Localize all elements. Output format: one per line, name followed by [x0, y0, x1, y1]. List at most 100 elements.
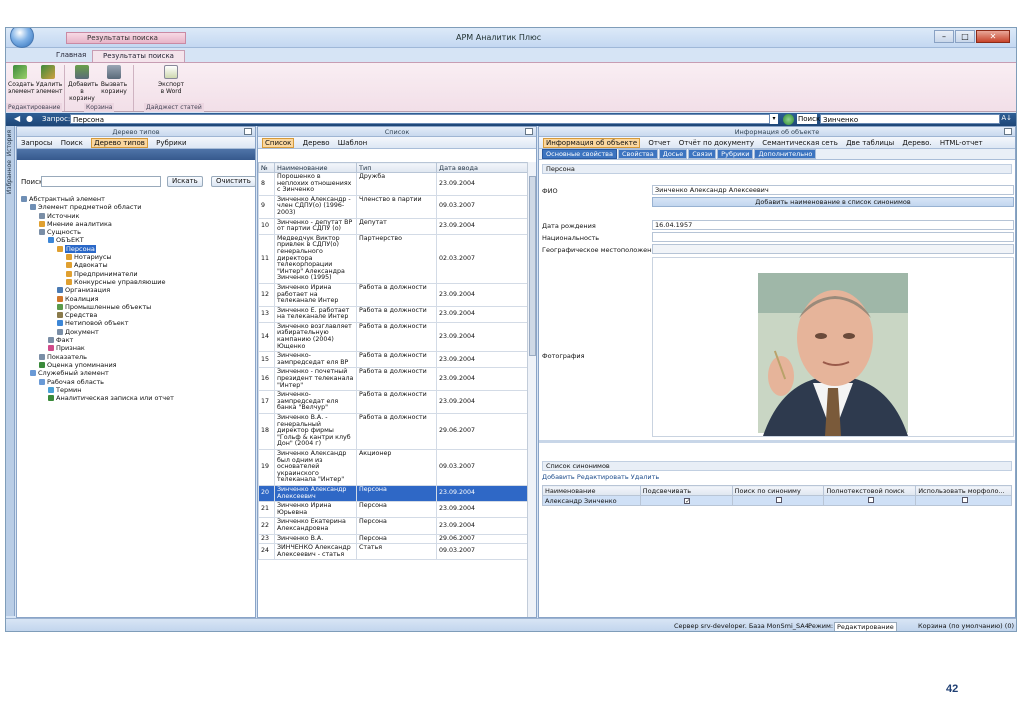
- toolbar-type-tree[interactable]: Дерево типов: [91, 138, 148, 148]
- toolbar-report[interactable]: Отчет: [648, 139, 670, 147]
- sort-button[interactable]: A↓: [1001, 114, 1012, 122]
- tree-node[interactable]: Документ: [21, 328, 255, 336]
- open-basket-button[interactable]: Вызвать корзину: [100, 65, 128, 95]
- tree-node[interactable]: Сущность: [21, 228, 255, 236]
- app-menu-orb[interactable]: [10, 28, 34, 48]
- toolbar-semantic-net[interactable]: Семантическая сеть: [762, 139, 838, 147]
- fulltext-checkbox[interactable]: [867, 496, 874, 503]
- search-input[interactable]: Зинченко: [820, 114, 1000, 124]
- table-row[interactable]: 24 ЗИНЧЕНКО Александр Алексеевич - статья…: [258, 543, 529, 561]
- back-icon[interactable]: ◀: [14, 114, 20, 123]
- tree-node[interactable]: Средства: [21, 311, 255, 319]
- col-number[interactable]: №: [258, 162, 275, 173]
- export-word-button[interactable]: Экспорт в Word: [156, 65, 186, 95]
- basket-status[interactable]: Корзина (по умолчанию) (0): [918, 622, 1014, 630]
- list-scrollbar[interactable]: [527, 162, 536, 617]
- birth-field[interactable]: 16.04.1957: [652, 220, 1014, 230]
- toolbar-rubrics[interactable]: Рубрики: [156, 139, 186, 147]
- tree-node[interactable]: Аналитическая записка или отчет: [21, 394, 255, 402]
- tab-rubrics[interactable]: Рубрики: [717, 149, 754, 159]
- tree-node[interactable]: Организация: [21, 286, 255, 294]
- find-button[interactable]: Искать: [167, 176, 203, 187]
- col-type[interactable]: Тип: [356, 162, 437, 173]
- tree-node[interactable]: Коалиция: [21, 295, 255, 303]
- col-date[interactable]: Дата ввода: [436, 162, 529, 173]
- toolbar-tree2[interactable]: Дерево.: [902, 139, 931, 147]
- highlight-checkbox[interactable]: ✓: [684, 497, 690, 504]
- maximize-panel-icon[interactable]: [525, 128, 533, 135]
- clear-button[interactable]: Очистить: [211, 176, 256, 187]
- tree-node[interactable]: Адвокаты: [21, 261, 255, 269]
- table-row[interactable]: 15 Зинченко-зампредседат еля ВР Работа в д…: [258, 351, 529, 369]
- maximize-panel-icon[interactable]: [244, 128, 252, 135]
- syn-col-syn-search[interactable]: Поиск по синониму: [731, 485, 825, 496]
- tree-node[interactable]: Мнение аналитика: [21, 220, 255, 228]
- sidebar-history[interactable]: История: [6, 130, 13, 156]
- add-to-basket-button[interactable]: Добавить в корзину: [68, 65, 98, 102]
- tab-props[interactable]: Свойства: [617, 149, 658, 159]
- synonym-delete-link[interactable]: Удалить: [631, 473, 659, 481]
- table-row[interactable]: 9 Зинченко Александр - член СДПУ(о) (1996…: [258, 194, 529, 219]
- nationality-field[interactable]: [652, 232, 1014, 242]
- table-row[interactable]: 19 Зинченко Александр был одним из основа…: [258, 448, 529, 486]
- sidebar-favorites[interactable]: Избранное: [6, 160, 13, 194]
- tree-node[interactable]: Термин: [21, 386, 255, 394]
- tab-dossier[interactable]: Досье: [658, 149, 688, 159]
- toolbar-search[interactable]: Поиск: [61, 139, 83, 147]
- table-row[interactable]: 8 Порошенко в неплохих отношениях с Зинче…: [258, 172, 529, 196]
- tab-extra[interactable]: Дополнительно: [754, 149, 817, 159]
- maximize-button[interactable]: □: [955, 30, 975, 43]
- table-row[interactable]: 12 Зинченко Ирина работает на телеканале …: [258, 282, 529, 307]
- syn-col-fulltext[interactable]: Полнотекстовой поиск: [823, 485, 917, 496]
- toolbar-doc-report[interactable]: Отчёт по документу: [679, 139, 754, 147]
- tree-node[interactable]: Показатель: [21, 353, 255, 361]
- tree-node[interactable]: ОБЪЕКТ: [21, 236, 255, 244]
- tree-node[interactable]: Рабочая область: [21, 378, 255, 386]
- tree-node[interactable]: Нетиповой объект: [21, 319, 255, 327]
- tree-node[interactable]: Источник: [21, 212, 255, 220]
- table-row[interactable]: 14 Зинченко возглавляет избирательную кам…: [258, 321, 529, 353]
- tree-node[interactable]: Предприниматели: [21, 270, 255, 278]
- toolbar-tree[interactable]: Дерево: [303, 139, 330, 147]
- toolbar-queries[interactable]: Запросы: [21, 139, 52, 147]
- minimize-button[interactable]: –: [934, 30, 954, 43]
- tree-node[interactable]: Признак: [21, 344, 255, 352]
- tree-node[interactable]: Абстрактный элемент: [21, 195, 255, 203]
- tab-search-results[interactable]: Результаты поиска: [92, 50, 185, 62]
- table-row[interactable]: 10 Зинченко - депутат ВР от партии СДПУ (…: [258, 217, 529, 235]
- tree-node[interactable]: Персона: [21, 244, 255, 253]
- syn-col-morph[interactable]: Использовать морфоло...: [915, 485, 1012, 496]
- create-element-button[interactable]: Создать элемент: [8, 65, 34, 95]
- syn-col-highlight[interactable]: Подсвечивать: [639, 485, 733, 496]
- tree-node[interactable]: Факт: [21, 336, 255, 344]
- col-name[interactable]: Наименование: [274, 162, 357, 173]
- toolbar-list[interactable]: Список: [262, 138, 295, 148]
- add-synonym-button[interactable]: Добавить наименование в список синонимов: [652, 197, 1014, 207]
- table-row[interactable]: 17 Зинченко-зампредседат еля банка "Велчу…: [258, 390, 529, 414]
- tree-node[interactable]: Оценка упоминания: [21, 361, 255, 369]
- synonym-row[interactable]: Александр Зинченко ✓: [542, 495, 1012, 506]
- mode-select[interactable]: Редактирование: [834, 622, 897, 631]
- query-input[interactable]: Персона: [70, 114, 770, 124]
- table-row[interactable]: 20 Зинченко Александр Алексеевич Персона 23…: [258, 484, 529, 503]
- toolbar-template[interactable]: Шаблон: [338, 139, 367, 147]
- syn-col-name[interactable]: Наименование: [542, 485, 641, 496]
- synonym-add-link[interactable]: Добавить: [542, 473, 575, 481]
- table-row[interactable]: 13 Зинченко Е. работает на телеканале Инт…: [258, 305, 529, 323]
- table-row[interactable]: 11 Медведчук Виктор привлек в СДПУ(о) ген…: [258, 233, 529, 284]
- table-row[interactable]: 16 Зинченко - почетный президент телекана…: [258, 367, 529, 392]
- table-row[interactable]: 18 Зинченко В.А. - генеральный директор ф…: [258, 413, 529, 450]
- tree-node[interactable]: Нотариусы: [21, 253, 255, 261]
- tree-node[interactable]: Служебный элемент: [21, 369, 255, 377]
- delete-element-button[interactable]: Удалить элемент: [36, 65, 62, 95]
- query-dropdown[interactable]: ▾: [770, 114, 778, 124]
- toolbar-html-report[interactable]: HTML-отчет: [940, 139, 983, 147]
- synonym-edit-link[interactable]: Редактировать: [577, 473, 629, 481]
- search-go-icon[interactable]: [783, 114, 794, 125]
- tree-node[interactable]: Элемент предметной области: [21, 203, 255, 211]
- tree-node[interactable]: Промышленные объекты: [21, 303, 255, 311]
- toolbar-two-tables[interactable]: Две таблицы: [846, 139, 894, 147]
- table-row[interactable]: 22 Зинченко Екатерина Александровна Персон…: [258, 517, 529, 535]
- tree-node[interactable]: Конкурсные управляюшие: [21, 278, 255, 286]
- maximize-panel-icon[interactable]: [1004, 128, 1012, 135]
